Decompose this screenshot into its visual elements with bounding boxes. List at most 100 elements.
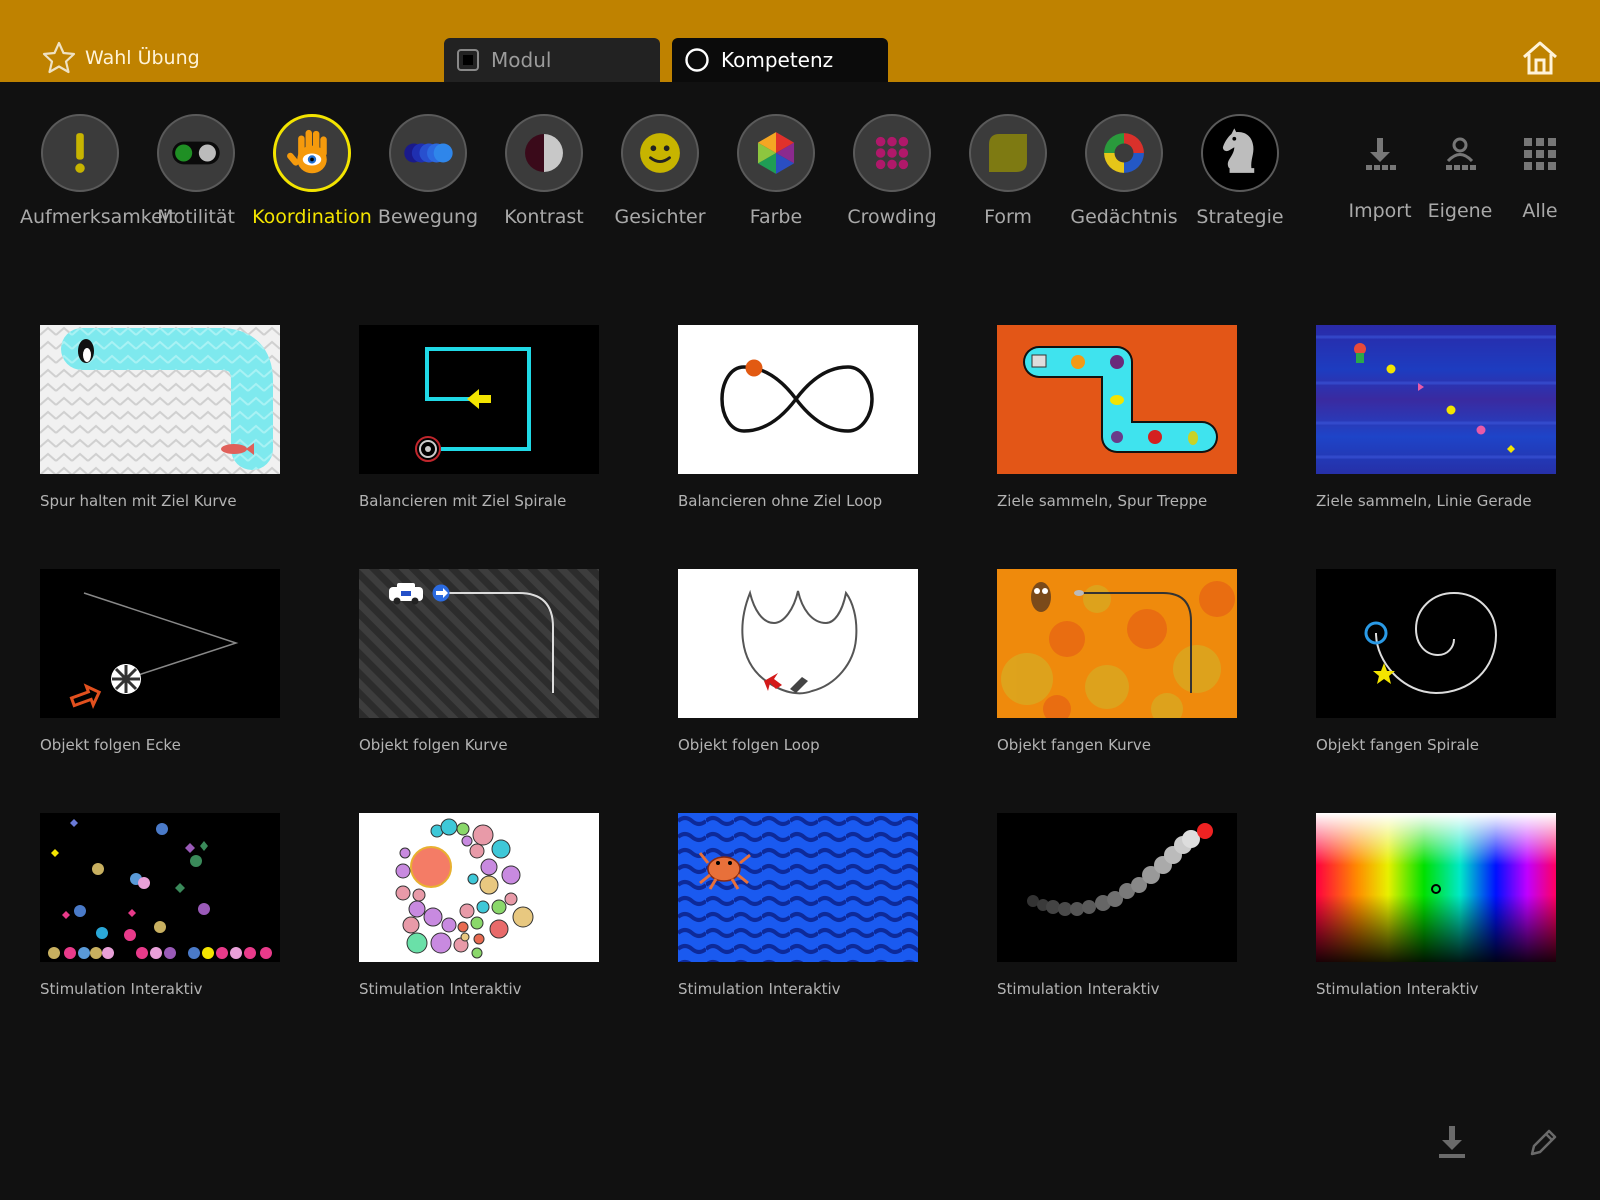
exercise-thumbnail <box>359 569 599 718</box>
import-icon <box>1366 138 1396 170</box>
alle-label: Alle <box>1522 200 1558 222</box>
square-icon <box>457 49 479 71</box>
category-label: Crowding <box>847 206 937 228</box>
home-button[interactable] <box>1521 40 1559 80</box>
exercise-thumbnail <box>40 813 280 962</box>
category-aufmerksamkeit[interactable]: Aufmerksamkeit <box>20 114 176 228</box>
category-gedaechtnis[interactable]: Gedächtnis <box>1064 114 1184 228</box>
hand-eye-icon <box>287 129 327 174</box>
download-button[interactable] <box>1436 1124 1468 1164</box>
circle-icon <box>685 48 709 72</box>
import-label: Import <box>1348 200 1412 222</box>
exercise-card[interactable]: Balancieren ohne Ziel Loop <box>678 325 918 510</box>
exercise-card[interactable]: Stimulation Interaktiv <box>678 813 918 998</box>
toggle-icon <box>172 141 220 165</box>
category-label: Kontrast <box>504 206 584 228</box>
exercise-thumbnail <box>1316 569 1556 718</box>
exercise-title: Ziele sammeln, Spur Treppe <box>997 492 1208 510</box>
contrast-icon <box>525 134 563 172</box>
exercise-title: Objekt folgen Loop <box>678 736 820 754</box>
exercise-thumbnail <box>359 813 599 962</box>
star-icon <box>42 41 76 74</box>
exercise-card[interactable]: Stimulation Interaktiv <box>40 813 280 998</box>
exercise-card[interactable]: Spur halten mit Ziel Kurve <box>40 325 280 510</box>
exercise-title: Stimulation Interaktiv <box>359 980 522 998</box>
eigene-label: Eigene <box>1427 200 1493 222</box>
category-kontrast[interactable]: Kontrast <box>484 114 604 228</box>
exercise-thumbnail <box>40 325 280 474</box>
exercise-card[interactable]: Ziele sammeln, Linie Gerade <box>1316 325 1556 510</box>
category-bewegung[interactable]: Bewegung <box>368 114 488 228</box>
user-group-icon <box>1446 137 1476 170</box>
eigene-button[interactable]: Eigene <box>1420 134 1500 222</box>
exercise-card[interactable]: Stimulation Interaktiv <box>997 813 1237 998</box>
exercise-thumbnail <box>678 325 918 474</box>
category-label: Motilität <box>157 206 235 228</box>
pencil-icon <box>1530 1129 1557 1156</box>
exercise-title: Balancieren ohne Ziel Loop <box>678 492 883 510</box>
tab-kompetenz-label: Kompetenz <box>721 48 834 72</box>
import-button[interactable]: Import <box>1340 134 1420 222</box>
exercise-thumbnail <box>997 569 1237 718</box>
exercise-title: Stimulation Interaktiv <box>1316 980 1479 998</box>
tab-modul-label: Modul <box>491 48 552 72</box>
exercise-title: Objekt fangen Spirale <box>1316 736 1480 754</box>
dot-grid-icon <box>875 136 909 170</box>
exercise-card[interactable]: Objekt fangen Kurve <box>997 569 1237 754</box>
exercise-card[interactable]: Objekt folgen Ecke <box>40 569 280 754</box>
exercise-thumbnail <box>1316 325 1556 474</box>
exercise-title: Objekt folgen Kurve <box>359 736 508 754</box>
tab-modul[interactable]: Modul <box>444 38 660 82</box>
category-crowding[interactable]: Crowding <box>832 114 952 228</box>
exercise-title: Ziele sammeln, Linie Gerade <box>1316 492 1532 510</box>
category-label: Gesichter <box>614 206 706 228</box>
exclamation-icon <box>75 133 85 173</box>
category-farbe[interactable]: Farbe <box>716 114 836 228</box>
exercise-thumbnail <box>678 813 918 962</box>
exercise-thumbnail <box>40 569 280 718</box>
exercise-card[interactable]: Ziele sammeln, Spur Treppe <box>997 325 1237 510</box>
grid-icon <box>1524 138 1556 170</box>
chess-knight-icon <box>1222 128 1255 173</box>
exercise-card[interactable]: Objekt folgen Loop <box>678 569 918 754</box>
exercise-title: Balancieren mit Ziel Spirale <box>359 492 567 510</box>
category-form[interactable]: Form <box>948 114 1068 228</box>
wahl-uebung-label: Wahl Übung <box>85 47 200 69</box>
alle-button[interactable]: Alle <box>1500 134 1580 222</box>
category-koordination[interactable]: Koordination <box>252 114 372 228</box>
motion-dots-icon <box>404 143 453 163</box>
category-label: Bewegung <box>377 206 479 228</box>
exercise-thumbnail <box>997 325 1237 474</box>
wahl-uebung-button[interactable]: Wahl Übung <box>42 40 200 76</box>
category-strategie[interactable]: Strategie <box>1180 114 1300 228</box>
exercise-title: Stimulation Interaktiv <box>40 980 203 998</box>
category-label: Koordination <box>252 206 372 228</box>
category-gesichter[interactable]: Gesichter <box>600 114 720 228</box>
category-motilitaet[interactable]: Motilität <box>136 114 256 228</box>
exercise-title: Objekt folgen Ecke <box>40 736 181 754</box>
smiley-icon <box>640 133 680 173</box>
category-label: Aufmerksamkeit <box>20 206 176 228</box>
exercise-thumbnail <box>359 325 599 474</box>
color-ring-icon <box>1104 133 1144 173</box>
edit-button[interactable] <box>1526 1124 1558 1164</box>
rounded-square-icon <box>989 134 1027 172</box>
color-hexagon-icon <box>757 132 795 174</box>
exercise-card[interactable]: Stimulation Interaktiv <box>1316 813 1556 998</box>
exercise-title: Objekt fangen Kurve <box>997 736 1151 754</box>
category-label: Form <box>984 206 1032 228</box>
exercise-title: Spur halten mit Ziel Kurve <box>40 492 237 510</box>
home-icon <box>1523 41 1557 75</box>
exercise-card[interactable]: Balancieren mit Ziel Spirale <box>359 325 599 510</box>
category-label: Farbe <box>749 206 803 228</box>
exercise-title: Stimulation Interaktiv <box>997 980 1160 998</box>
exercise-thumbnail <box>1316 813 1556 962</box>
exercise-card[interactable]: Objekt folgen Kurve <box>359 569 599 754</box>
tab-kompetenz[interactable]: Kompetenz <box>672 38 888 82</box>
exercise-card[interactable]: Objekt fangen Spirale <box>1316 569 1556 754</box>
category-label: Gedächtnis <box>1070 206 1178 228</box>
exercise-card[interactable]: Stimulation Interaktiv <box>359 813 599 998</box>
exercise-thumbnail <box>997 813 1237 962</box>
category-label: Strategie <box>1196 206 1284 228</box>
exercise-title: Stimulation Interaktiv <box>678 980 841 998</box>
